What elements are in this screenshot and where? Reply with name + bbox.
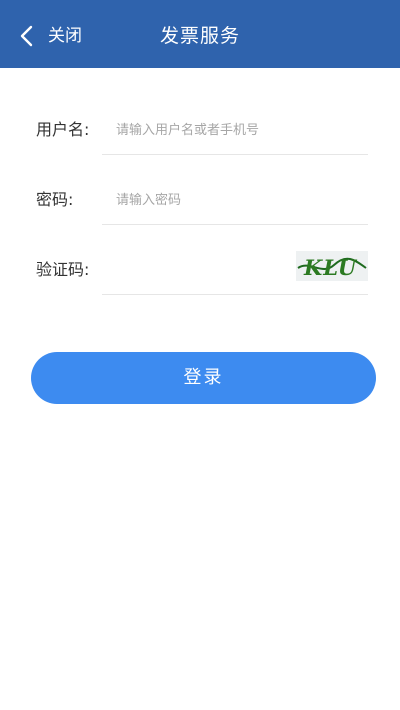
password-row: 密码:: [36, 187, 368, 237]
username-divider: [102, 154, 368, 155]
captcha-image[interactable]: KLU: [296, 251, 368, 281]
captcha-row: 验证码: KLU: [36, 251, 368, 307]
captcha-divider: [102, 294, 368, 295]
captcha-text: KLU: [303, 255, 358, 280]
password-divider: [102, 224, 368, 225]
captcha-label: 验证码:: [36, 260, 90, 279]
app-root: 关闭 发票服务 用户名: 密码: 验证码: KLU 登录: [0, 0, 400, 710]
password-label: 密码:: [36, 190, 74, 209]
username-row: 用户名:: [36, 117, 368, 167]
captcha-graphic: KLU: [297, 255, 367, 280]
username-input[interactable]: [102, 117, 368, 143]
captcha-input[interactable]: [102, 257, 288, 283]
page-title: 发票服务: [159, 25, 240, 47]
header-bar: 关闭 发票服务: [0, 0, 400, 68]
username-label: 用户名:: [36, 120, 90, 139]
login-button[interactable]: 登录: [31, 352, 376, 404]
password-input[interactable]: [102, 187, 368, 213]
